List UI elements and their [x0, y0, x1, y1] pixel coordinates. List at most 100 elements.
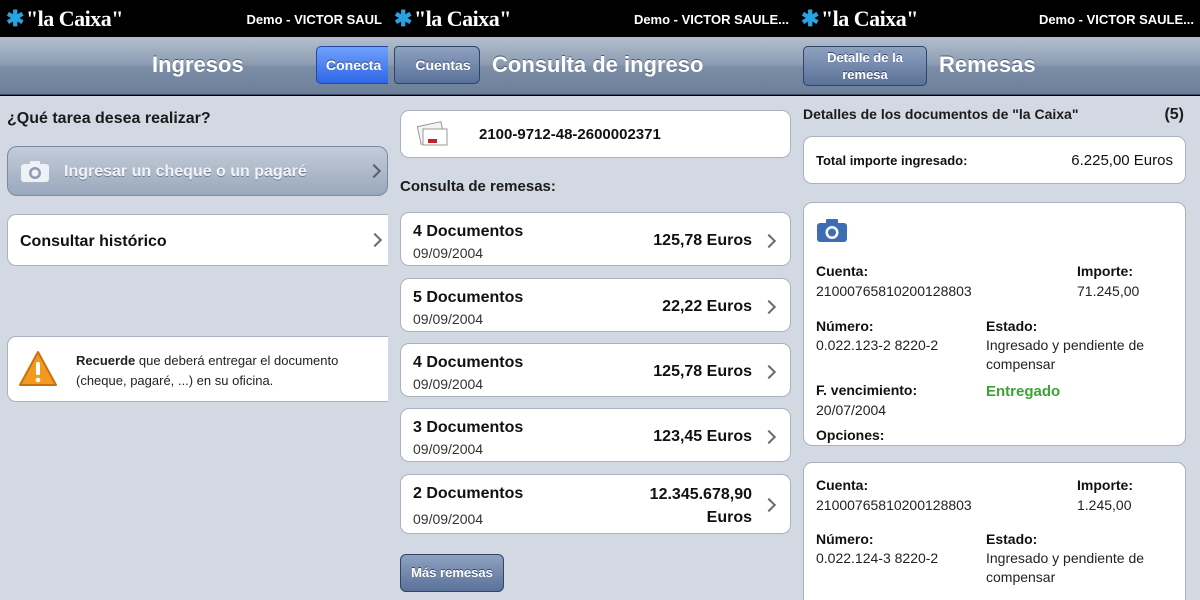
- remesa-amount: 22,22 Euros: [662, 298, 752, 315]
- remesa-date: 09/09/2004: [413, 376, 484, 392]
- numero-value: 0.022.124-3 8220-2: [816, 550, 939, 566]
- back-button-line-2: remesa: [842, 67, 888, 82]
- remesa-amount: 125,78 Euros: [653, 363, 752, 380]
- remesa-row[interactable]: 4 Documentos 09/09/2004 125,78 Euros: [400, 212, 791, 266]
- status-bar: ✱"la Caixa" Demo - VICTOR SAUL: [0, 0, 388, 37]
- remesa-docs: 4 Documentos: [413, 354, 524, 371]
- vencimiento-label: F. vencimiento:: [816, 382, 918, 398]
- status-user: Demo - VICTOR SAULE...: [633, 12, 789, 27]
- remesas-screen: ✱"la Caixa" Demo - VICTOR SAULE... Detal…: [795, 0, 1200, 600]
- chevron-right-icon: [367, 232, 383, 248]
- reminder-line-1: que deberá entregar el documento: [135, 353, 339, 368]
- la-caixa-logo: ✱"la Caixa": [6, 6, 123, 32]
- reminder-line-2: (cheque, pagaré, ...) en su oficina.: [76, 373, 274, 388]
- navigation-bar: Detalle de la remesa Remesas: [795, 37, 1200, 95]
- document-card: Cuenta: 21000765810200128803 Importe: 1.…: [803, 462, 1186, 600]
- remesa-row[interactable]: 4 Documentos 09/09/2004 125,78 Euros: [400, 343, 791, 397]
- account-row: 2100-9712-48-2600002371: [400, 110, 791, 158]
- opciones-label: Opciones:: [816, 427, 885, 443]
- ingresos-screen: ✱"la Caixa" Demo - VICTOR SAUL Ingresos …: [0, 0, 388, 600]
- estado-label: Estado:: [986, 318, 1038, 334]
- document-card: Cuenta: 21000765810200128803 Importe: 71…: [803, 202, 1186, 446]
- connect-button[interactable]: Conecta: [316, 46, 388, 84]
- reminder-notice: Recuerde que deberá entregar el document…: [7, 336, 388, 402]
- cuenta-value: 21000765810200128803: [816, 497, 972, 513]
- remesa-amount: 125,78 Euros: [653, 232, 752, 249]
- remesa-row[interactable]: 3 Documentos 09/09/2004 123,45 Euros: [400, 408, 791, 462]
- back-button-cuentas[interactable]: Cuentas: [394, 46, 480, 84]
- back-button-detalle-remesa[interactable]: Detalle de la remesa: [803, 46, 927, 86]
- estado-label: Estado:: [986, 531, 1038, 547]
- logo-text: "la Caixa": [413, 6, 512, 31]
- consulta-ingreso-screen: ✱"la Caixa" Demo - VICTOR SAULE... Cuent…: [388, 0, 795, 600]
- remesa-amount: 123,45 Euros: [653, 428, 752, 445]
- estado-value-line-2: compensar: [986, 356, 1056, 372]
- total-value: 6.225,00 Euros: [1071, 152, 1173, 169]
- deposit-cheque-label: Ingresar un cheque o un pagaré: [64, 163, 307, 180]
- status-delivered: Entregado: [986, 383, 1061, 400]
- account-number: 2100-9712-48-2600002371: [479, 126, 661, 143]
- status-bar: ✱"la Caixa" Demo - VICTOR SAULE...: [795, 0, 1200, 37]
- logo-text: "la Caixa": [25, 6, 124, 31]
- vencimiento-value: 20/07/2004: [816, 402, 887, 418]
- numero-label: Número:: [816, 318, 874, 334]
- numero-label: Número:: [816, 531, 874, 547]
- remesa-docs: 3 Documentos: [413, 419, 524, 436]
- details-title: Detalles de los documentos de "la Caixa": [803, 106, 1079, 122]
- warning-icon: [19, 351, 57, 386]
- chevron-right-icon: [366, 163, 382, 179]
- cuenta-label: Cuenta:: [816, 477, 869, 493]
- logo-text: "la Caixa": [820, 6, 919, 31]
- task-question: ¿Qué tarea desea realizar?: [7, 110, 211, 127]
- main-content: ¿Qué tarea desea realizar? Ingresar un c…: [0, 96, 388, 600]
- remesa-row[interactable]: 5 Documentos 09/09/2004 22,22 Euros: [400, 278, 791, 332]
- estado-value-line-2: compensar: [986, 569, 1056, 585]
- importe-label: Importe:: [1077, 477, 1133, 493]
- remesa-date: 09/09/2004: [413, 311, 484, 327]
- deposit-cheque-button[interactable]: Ingresar un cheque o un pagaré: [7, 146, 388, 196]
- document-icon: [416, 121, 448, 146]
- details-count: (5): [1164, 106, 1184, 123]
- main-content: Detalles de los documentos de "la Caixa"…: [795, 96, 1200, 600]
- star-icon: ✱: [394, 6, 412, 31]
- importe-value: 1.245,00: [1077, 497, 1132, 513]
- importe-label: Importe:: [1077, 263, 1133, 279]
- history-label: Consultar histórico: [20, 233, 167, 250]
- status-user: Demo - VICTOR SAULE...: [1038, 12, 1194, 27]
- page-title: Consulta de ingreso: [492, 52, 704, 77]
- total-label: Total importe ingresado:: [816, 153, 968, 168]
- camera-icon: [21, 161, 49, 182]
- navigation-bar: Cuentas Consulta de ingreso: [388, 37, 795, 95]
- la-caixa-logo: ✱"la Caixa": [801, 6, 918, 32]
- star-icon: ✱: [801, 6, 819, 31]
- remesa-date: 09/09/2004: [413, 511, 484, 527]
- section-title: Consulta de remesas:: [400, 178, 556, 195]
- remesa-date: 09/09/2004: [413, 245, 484, 261]
- chevron-right-icon: [761, 299, 777, 315]
- star-icon: ✱: [6, 6, 24, 31]
- reminder-text: Recuerde que deberá entregar el document…: [76, 351, 338, 391]
- chevron-right-icon: [761, 429, 777, 445]
- numero-value: 0.022.123-2 8220-2: [816, 337, 939, 353]
- chevron-right-icon: [761, 233, 777, 249]
- la-caixa-logo: ✱"la Caixa": [394, 6, 511, 32]
- history-button[interactable]: Consultar histórico: [7, 214, 388, 266]
- page-title: Remesas: [939, 52, 1036, 77]
- cuenta-label: Cuenta:: [816, 263, 869, 279]
- estado-value-line-1: Ingresado y pendiente de: [986, 337, 1145, 353]
- cuenta-value: 21000765810200128803: [816, 283, 972, 299]
- page-title: Ingresos: [152, 52, 244, 77]
- remesa-row[interactable]: 2 Documentos 09/09/2004 12.345.678,90 Eu…: [400, 474, 791, 534]
- main-content: 2100-9712-48-2600002371 Consulta de reme…: [388, 96, 795, 600]
- remesa-amount: 12.345.678,90 Euros: [649, 486, 752, 526]
- status-bar: ✱"la Caixa" Demo - VICTOR SAULE...: [388, 0, 795, 37]
- remesa-docs: 2 Documentos: [413, 485, 524, 502]
- remesa-date: 09/09/2004: [413, 441, 484, 457]
- navigation-bar: Ingresos Conecta: [0, 37, 388, 95]
- chevron-right-icon: [761, 364, 777, 380]
- more-remesas-button[interactable]: Más remesas: [400, 554, 504, 592]
- camera-icon[interactable]: [816, 217, 848, 243]
- status-user: Demo - VICTOR SAUL: [246, 12, 382, 27]
- remesa-docs: 4 Documentos: [413, 223, 524, 240]
- remesa-docs: 5 Documentos: [413, 289, 524, 306]
